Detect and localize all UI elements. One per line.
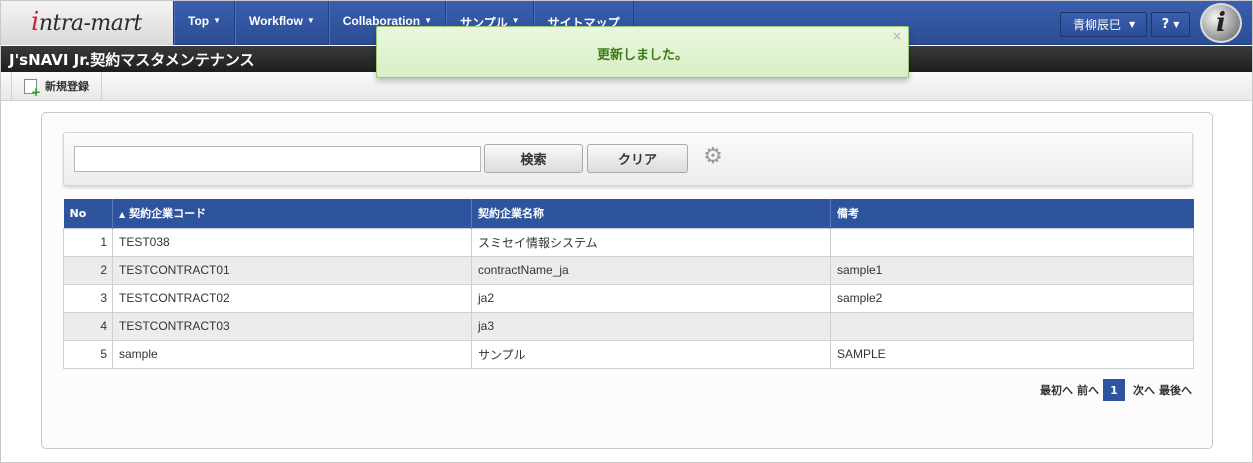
cell-name: サンプル	[471, 339, 831, 369]
cell-name: ja3	[471, 311, 831, 341]
pager-first[interactable]: 最初へ	[1040, 382, 1073, 398]
chevron-down-icon: ▼	[1129, 20, 1136, 29]
cell-no: 1	[63, 227, 113, 257]
column-header-note[interactable]: 備考	[830, 199, 1194, 228]
gear-icon[interactable]: ⚙	[701, 145, 725, 169]
cell-note: SAMPLE	[830, 339, 1194, 369]
cell-no: 4	[63, 311, 113, 341]
user-name: 青柳辰巳	[1073, 18, 1122, 32]
page-title: J'sNAVI Jr.契約マスタメンテナンス	[9, 51, 255, 69]
help-button[interactable]: ? ▼	[1151, 12, 1190, 37]
cell-note	[830, 311, 1194, 341]
chevron-down-icon: ▼	[1173, 20, 1180, 29]
user-menu-button[interactable]: 青柳辰巳 ▼	[1060, 12, 1147, 37]
cell-note: sample2	[830, 283, 1194, 313]
cell-no: 5	[63, 339, 113, 369]
sort-ascending-icon: ▲	[119, 210, 126, 220]
toast-message: 更新しました。	[596, 48, 688, 63]
cell-code: TESTCONTRACT01	[112, 255, 472, 285]
cell-code: TEST038	[112, 227, 472, 257]
new-document-icon	[24, 78, 41, 99]
pager-last[interactable]: 最後へ	[1159, 382, 1192, 398]
logo[interactable]: intra-mart	[1, 1, 174, 45]
table-row[interactable]: 5 sample サンプル SAMPLE	[63, 339, 1194, 369]
pager: 最初へ 前へ 1 次へ 最後へ	[42, 379, 1192, 401]
cell-name: ja2	[471, 283, 831, 313]
column-header-code[interactable]: ▲ 契約企業コード	[112, 199, 472, 228]
pager-prev[interactable]: 前へ	[1077, 382, 1099, 398]
column-header-no[interactable]: No	[63, 199, 113, 228]
cell-code: sample	[112, 339, 472, 369]
contract-table: No ▲ 契約企業コード 契約企業名称 備考 1 TEST038 スミセイ情報シス…	[63, 199, 1194, 369]
cell-no: 3	[63, 283, 113, 313]
search-button[interactable]: 検索	[484, 144, 583, 173]
table-header-row: No ▲ 契約企業コード 契約企業名称 備考	[63, 199, 1194, 228]
cell-code: TESTCONTRACT03	[112, 311, 472, 341]
cell-note	[830, 227, 1194, 257]
cell-note: sample1	[830, 255, 1194, 285]
intra-mart-emblem-icon: i	[1200, 3, 1242, 43]
clear-button[interactable]: クリア	[587, 144, 688, 173]
table-row[interactable]: 3 TESTCONTRACT02 ja2 sample2	[63, 283, 1194, 313]
pager-next[interactable]: 次へ	[1133, 382, 1155, 398]
chevron-down-icon: ▼	[306, 16, 315, 25]
main-panel: 検索 クリア ⚙ No ▲ 契約企業コード 契約企業名称 備考 1 TEST038…	[41, 112, 1213, 449]
table-row[interactable]: 4 TESTCONTRACT03 ja3	[63, 311, 1194, 341]
table-row[interactable]: 1 TEST038 スミセイ情報システム	[63, 227, 1194, 257]
cell-name: スミセイ情報システム	[471, 227, 831, 257]
search-bar: 検索 クリア ⚙	[63, 132, 1193, 186]
table-row[interactable]: 2 TESTCONTRACT01 contractName_ja sample1	[63, 255, 1194, 285]
nav-item-workflow[interactable]: Workflow ▼	[235, 1, 329, 45]
new-registration-button[interactable]: 新規登録	[11, 72, 102, 100]
logo-text: intra-mart	[31, 7, 142, 37]
nav-item-top[interactable]: Top ▼	[174, 1, 236, 45]
cell-name: contractName_ja	[471, 255, 831, 285]
chevron-down-icon: ▼	[213, 16, 222, 25]
pager-current-page[interactable]: 1	[1103, 379, 1125, 401]
column-header-name[interactable]: 契約企業名称	[471, 199, 831, 228]
cell-code: TESTCONTRACT02	[112, 283, 472, 313]
search-input[interactable]	[74, 146, 481, 172]
cell-no: 2	[63, 255, 113, 285]
success-toast: 更新しました。 ×	[376, 26, 909, 78]
close-icon[interactable]: ×	[892, 29, 902, 43]
